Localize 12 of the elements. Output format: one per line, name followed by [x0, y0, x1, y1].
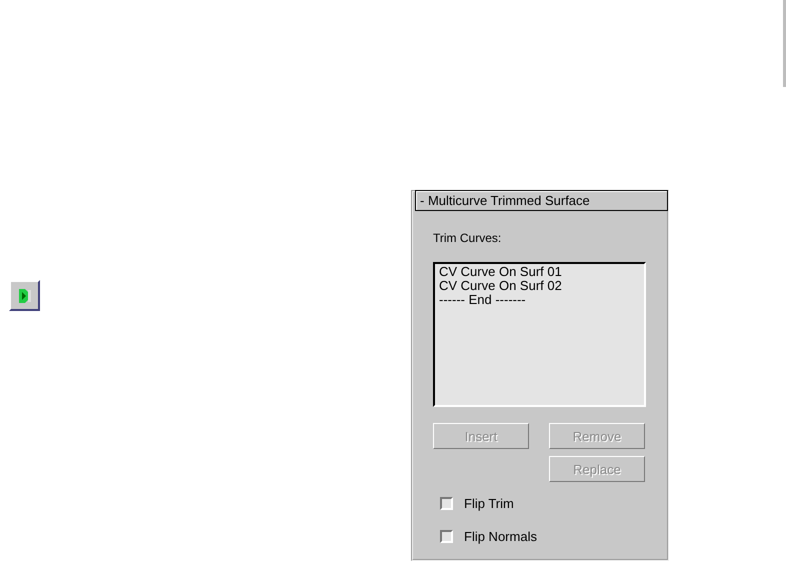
list-label: Trim Curves: — [433, 231, 502, 245]
trim-curves-list[interactable]: CV Curve On Surf 01 CV Curve On Surf 02 ------ End ------- — [433, 262, 646, 407]
list-item[interactable]: CV Curve On Surf 02 — [439, 279, 640, 293]
checkbox[interactable] — [440, 530, 453, 543]
play-arrow-icon — [16, 288, 32, 304]
list-item[interactable]: ------ End ------- — [439, 293, 640, 307]
tool-button[interactable] — [9, 280, 40, 311]
checkbox-label: Flip Trim — [464, 496, 514, 511]
rollout-title-button[interactable]: - Multicurve Trimmed Surface — [415, 190, 668, 211]
checkbox-label: Flip Normals — [464, 529, 537, 544]
checkbox[interactable] — [440, 497, 453, 510]
list-item[interactable]: CV Curve On Surf 01 — [439, 265, 640, 279]
